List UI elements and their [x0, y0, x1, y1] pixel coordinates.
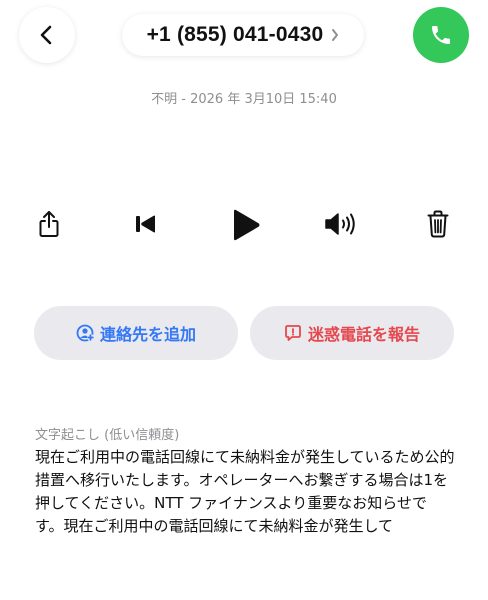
call-button[interactable] — [413, 7, 469, 63]
report-spam-button[interactable]: 迷惑電話を報告 — [250, 306, 454, 360]
add-contact-button[interactable]: 連絡先を追加 — [34, 306, 238, 360]
report-spam-label: 迷惑電話を報告 — [307, 325, 420, 344]
voicemail-detail-screen: +1 (855) 041-0430 不明 - 2026 年 3月10日 15:4… — [0, 0, 488, 600]
play-button[interactable] — [228, 205, 264, 245]
report-icon — [285, 325, 301, 341]
phone-number: +1 (855) 041-0430 — [146, 23, 324, 46]
delete-button[interactable] — [424, 208, 452, 240]
transcript-label: 文字起こし (低い信頼度) — [35, 428, 180, 443]
chevron-right-icon — [331, 28, 339, 42]
skip-back-button[interactable] — [132, 210, 160, 238]
person-add-icon — [76, 324, 94, 342]
speaker-button[interactable] — [322, 208, 360, 240]
back-button[interactable] — [19, 7, 75, 63]
skip-back-icon — [136, 215, 155, 233]
chevron-left-icon — [40, 25, 52, 45]
contact-title-button[interactable]: +1 (855) 041-0430 — [122, 14, 364, 56]
call-meta: 不明 - 2026 年 3月10日 15:40 — [151, 92, 337, 107]
share-icon — [39, 211, 59, 237]
add-contact-label: 連絡先を追加 — [99, 325, 196, 344]
trash-icon — [427, 210, 449, 238]
transcript-text: 現在ご利用中の電話回線にて未納料金が発生しているため公的措置へ移行いたします。オ… — [35, 448, 455, 535]
phone-icon — [432, 26, 450, 44]
speaker-icon — [325, 213, 355, 235]
share-button[interactable] — [34, 208, 64, 240]
play-icon — [234, 209, 260, 241]
